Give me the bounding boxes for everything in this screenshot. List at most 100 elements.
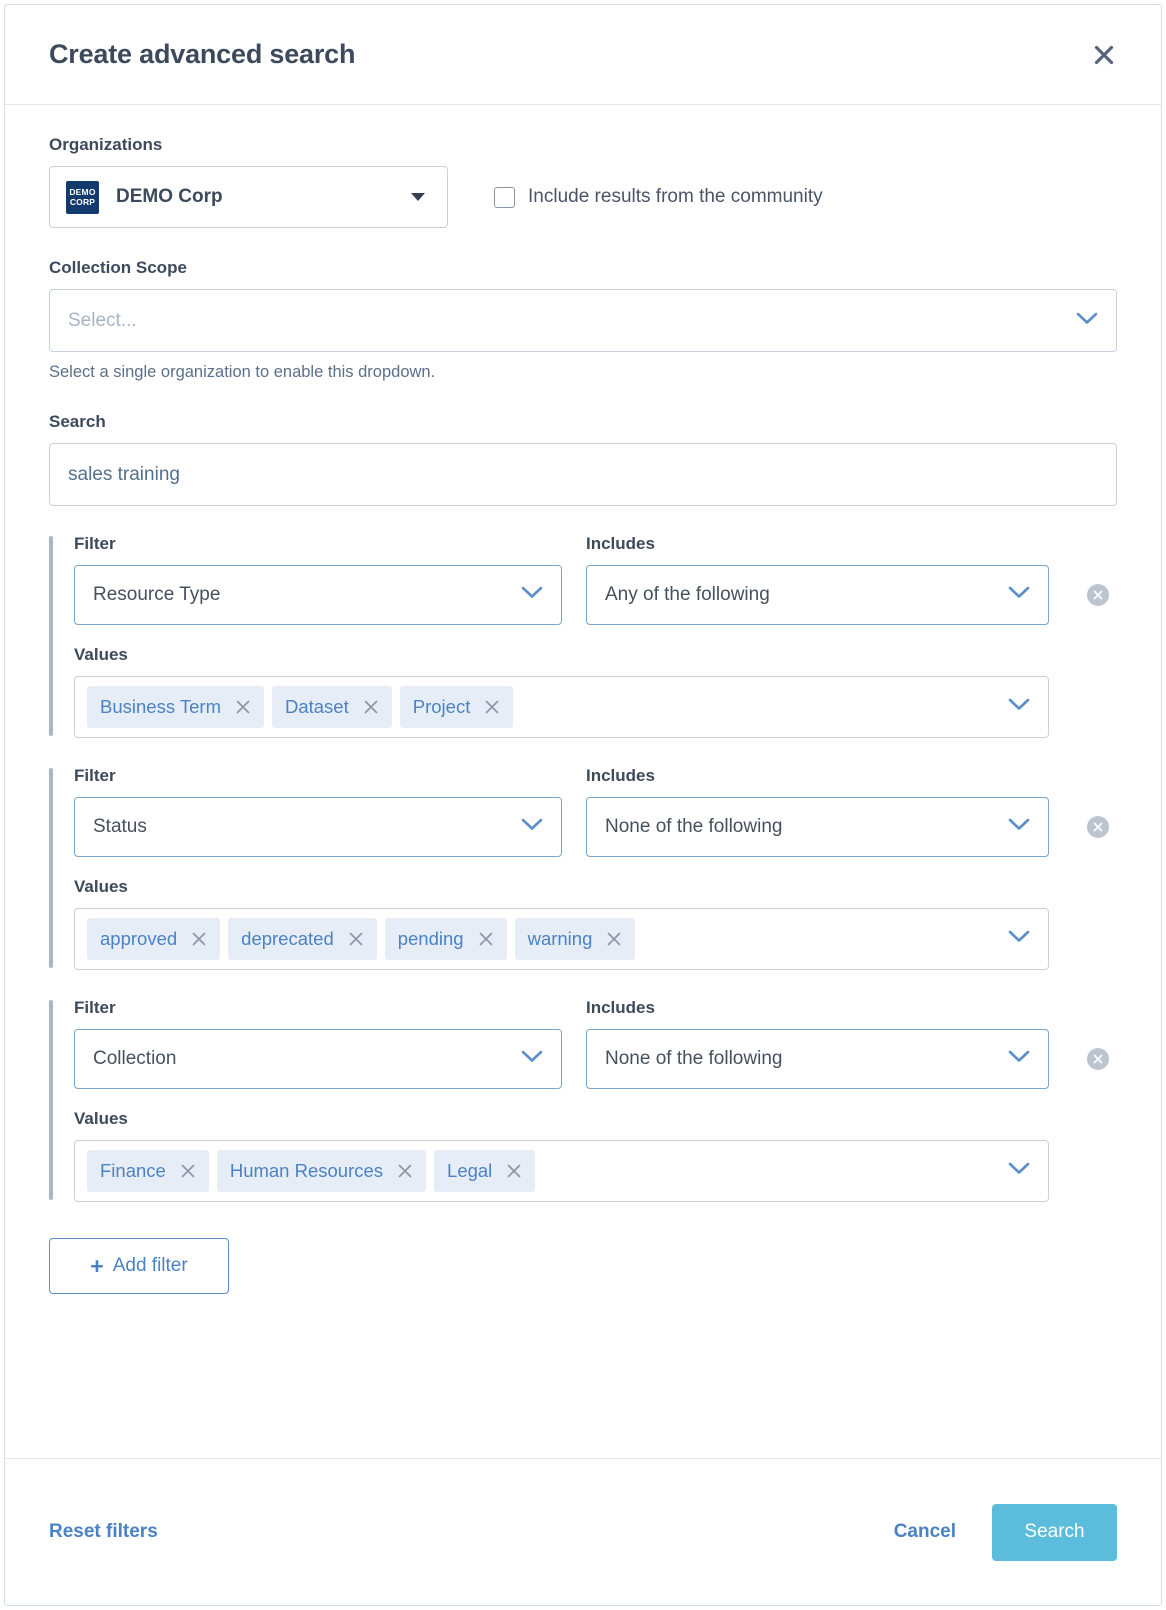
dialog-body: Organizations DEMO CORP DEMO Corp Includ… xyxy=(5,105,1161,1458)
organizations-label: Organizations xyxy=(49,135,163,154)
remove-value-icon[interactable] xyxy=(191,931,207,947)
includes-select-value: Any of the following xyxy=(605,584,770,605)
add-filter-label: Add filter xyxy=(112,1255,188,1276)
filter-label: Filter xyxy=(74,534,116,553)
search-input[interactable]: sales training xyxy=(49,443,1117,506)
remove-filter-icon[interactable] xyxy=(1087,584,1109,606)
filter-row: Filter Collection Includes None of the foll… xyxy=(74,998,1117,1089)
filters-container: Filter Resource Type Includes Any of the fo… xyxy=(49,534,1117,1202)
organization-name: DEMO Corp xyxy=(116,186,223,207)
organizations-row: DEMO CORP DEMO Corp Include results from… xyxy=(49,166,1117,228)
organizations-section: Organizations DEMO CORP DEMO Corp Includ… xyxy=(49,135,1117,228)
collection-scope-select[interactable]: Select... xyxy=(49,289,1117,352)
dialog-header: Create advanced search xyxy=(5,5,1161,105)
remove-value-icon[interactable] xyxy=(235,699,251,715)
plus-icon: + xyxy=(90,1252,104,1279)
value-tag[interactable]: approved xyxy=(87,918,221,960)
filter-group-accent-bar xyxy=(49,1000,53,1200)
remove-value-icon[interactable] xyxy=(478,931,494,947)
filter-select[interactable]: Collection xyxy=(74,1029,562,1089)
values-label: Values xyxy=(74,1109,128,1128)
collection-scope-label: Collection Scope xyxy=(49,258,187,277)
filter-field: Filter Status xyxy=(74,766,562,857)
reset-filters-button[interactable]: Reset filters xyxy=(49,1521,158,1543)
filter-field: Filter Collection xyxy=(74,998,562,1089)
remove-value-icon[interactable] xyxy=(506,1163,522,1179)
remove-value-icon[interactable] xyxy=(484,699,500,715)
filter-select-value: Resource Type xyxy=(93,584,221,605)
remove-filter-icon[interactable] xyxy=(1087,816,1109,838)
value-tag-label: Dataset xyxy=(284,696,349,717)
values-select[interactable]: approved deprecated pending warning xyxy=(74,908,1049,970)
includes-label: Includes xyxy=(586,998,655,1017)
includes-select[interactable]: None of the following xyxy=(586,1029,1049,1089)
remove-value-icon[interactable] xyxy=(363,699,379,715)
demo-corp-logo-icon: DEMO CORP xyxy=(66,180,99,214)
filter-group: Filter Resource Type Includes Any of the fo… xyxy=(49,534,1117,738)
include-community-label: Include results from the community xyxy=(528,186,823,207)
value-tag[interactable]: pending xyxy=(384,918,507,960)
includes-label: Includes xyxy=(586,534,655,553)
caret-down-icon xyxy=(411,193,425,201)
search-button[interactable]: Search xyxy=(992,1503,1117,1561)
chevron-down-icon xyxy=(1008,586,1030,605)
filter-row: Filter Resource Type Includes Any of the fo… xyxy=(74,534,1117,625)
page-title: Create advanced search xyxy=(49,39,356,69)
close-icon[interactable] xyxy=(1087,38,1121,72)
filter-label: Filter xyxy=(74,998,116,1017)
value-tag[interactable]: Finance xyxy=(87,1150,209,1192)
value-tag[interactable]: Dataset xyxy=(271,686,392,728)
value-tag[interactable]: warning xyxy=(514,918,636,960)
filter-row: Filter Status Includes None of the followin… xyxy=(74,766,1117,857)
organization-select[interactable]: DEMO CORP DEMO Corp xyxy=(49,166,448,228)
footer-actions: Cancel Search xyxy=(888,1503,1117,1561)
advanced-search-dialog: Create advanced search Organizations DEM… xyxy=(4,4,1162,1606)
value-tag[interactable]: Legal xyxy=(434,1150,536,1192)
remove-filter-icon[interactable] xyxy=(1087,1048,1109,1070)
logo-line-1: DEMO xyxy=(69,187,96,197)
chevron-down-icon xyxy=(521,1050,543,1069)
filter-select[interactable]: Resource Type xyxy=(74,565,562,625)
filter-group-accent-bar xyxy=(49,768,53,968)
search-section: Search sales training xyxy=(49,412,1117,506)
value-tag-label: Human Resources xyxy=(229,1160,384,1181)
chevron-down-icon xyxy=(1008,1162,1030,1181)
includes-select-value: None of the following xyxy=(605,816,783,837)
filter-group: Filter Collection Includes None of the foll… xyxy=(49,998,1117,1202)
filter-field: Filter Resource Type xyxy=(74,534,562,625)
includes-select-value: None of the following xyxy=(605,1048,783,1069)
filter-select-value: Collection xyxy=(93,1048,177,1069)
includes-select[interactable]: None of the following xyxy=(586,797,1049,857)
logo-line-2: CORP xyxy=(69,197,96,207)
filter-label: Filter xyxy=(74,766,116,785)
filter-group: Filter Status Includes None of the followin… xyxy=(49,766,1117,970)
chevron-down-icon xyxy=(1008,698,1030,717)
checkbox-box-icon xyxy=(494,186,515,208)
value-tag[interactable]: Project xyxy=(399,686,514,728)
dialog-footer: Reset filters Cancel Search xyxy=(5,1458,1161,1605)
value-tag-label: approved xyxy=(100,928,178,949)
chevron-down-icon xyxy=(521,818,543,837)
values-select[interactable]: Business Term Dataset Project xyxy=(74,676,1049,738)
remove-value-icon[interactable] xyxy=(180,1163,196,1179)
include-community-checkbox[interactable]: Include results from the community xyxy=(494,186,823,208)
remove-value-icon[interactable] xyxy=(397,1163,413,1179)
cancel-button[interactable]: Cancel xyxy=(888,1511,962,1553)
add-filter-button[interactable]: + Add filter xyxy=(49,1238,229,1294)
filter-select-value: Status xyxy=(93,816,147,837)
remove-value-icon[interactable] xyxy=(606,931,622,947)
value-tag[interactable]: Business Term xyxy=(87,686,264,728)
includes-field: Includes Any of the following xyxy=(586,534,1049,625)
chevron-down-icon xyxy=(1008,818,1030,837)
remove-value-icon[interactable] xyxy=(348,931,364,947)
collection-scope-help-text: Select a single organization to enable t… xyxy=(49,363,436,381)
value-tag[interactable]: Human Resources xyxy=(216,1150,427,1192)
filter-select[interactable]: Status xyxy=(74,797,562,857)
includes-select[interactable]: Any of the following xyxy=(586,565,1049,625)
value-tag[interactable]: deprecated xyxy=(228,918,377,960)
values-select[interactable]: Finance Human Resources Legal xyxy=(74,1140,1049,1202)
value-tag-label: Legal xyxy=(447,1160,493,1181)
collection-scope-placeholder: Select... xyxy=(68,309,137,331)
value-tag-label: pending xyxy=(397,928,464,949)
value-tag-label: warning xyxy=(527,928,593,949)
